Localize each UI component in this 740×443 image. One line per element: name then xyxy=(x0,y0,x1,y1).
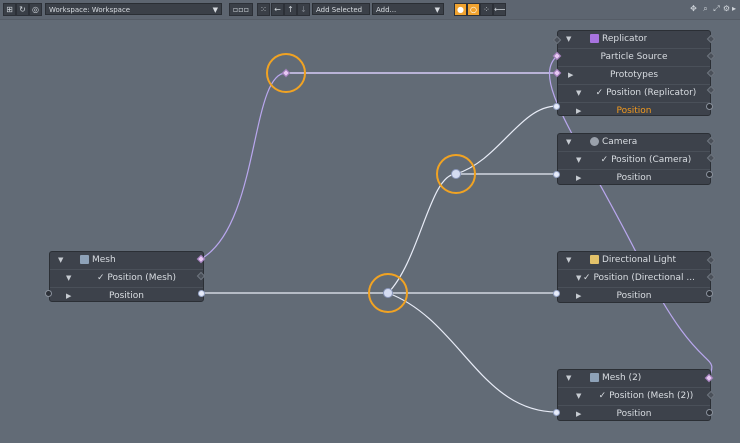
refresh-icon[interactable]: ↻ xyxy=(16,3,29,16)
camera-position-in-port[interactable] xyxy=(553,171,560,178)
collapse-triangle-icon[interactable]: ▼ xyxy=(576,270,581,287)
particle-source-label: Particle Source xyxy=(600,52,668,62)
mesh2-position-in-port[interactable] xyxy=(553,409,560,416)
chevron-down-icon: ▼ xyxy=(434,6,440,14)
mesh2-node[interactable]: ▼ Mesh (2) ▼ ✓ Position (Mesh (2)) ▶ Pos… xyxy=(557,369,711,421)
mesh-icon xyxy=(590,373,599,382)
position-camera-label: Position (Camera) xyxy=(611,155,692,165)
mesh2-position-row[interactable]: ▶ Position xyxy=(558,405,710,423)
mesh2-position-out-port[interactable] xyxy=(706,409,713,416)
position-mesh2-label: Position (Mesh (2)) xyxy=(609,391,694,401)
position-replicator-label: Position (Replicator) xyxy=(606,88,697,98)
wire-hub2-to-mesh2 xyxy=(387,292,558,413)
collapse-triangle-icon[interactable]: ▼ xyxy=(576,388,581,405)
mesh2-position-label: Position xyxy=(616,409,652,419)
directional-light-node[interactable]: ▼ Directional Light ▼ ✓ Position (Direct… xyxy=(557,251,711,303)
dirlight-position-in-port[interactable] xyxy=(553,290,560,297)
add-menu-label: Add... xyxy=(376,6,397,14)
mesh-header[interactable]: ▼ Mesh xyxy=(50,252,203,269)
replicator-header[interactable]: ▼ Replicator xyxy=(558,31,710,48)
schematic-graph[interactable]: ▼ Replicator Particle Source ▶ Prototype… xyxy=(0,20,740,443)
position-mesh-label: Position (Mesh) xyxy=(107,273,177,283)
camera-position-group-row[interactable]: ▼ ✓ Position (Camera) xyxy=(558,151,710,169)
replicator-position-in-port[interactable] xyxy=(553,103,560,110)
collapse-triangle-icon[interactable]: ▼ xyxy=(566,370,571,387)
mesh-icon xyxy=(80,255,89,264)
arrow-left-icon[interactable]: ← xyxy=(271,3,284,16)
replicator-prototypes-row[interactable]: ▶ Prototypes xyxy=(558,66,710,84)
dirlight-position-out-port[interactable] xyxy=(706,290,713,297)
more-icon[interactable]: ▸ xyxy=(731,3,737,14)
replicator-node[interactable]: ▼ Replicator Particle Source ▶ Prototype… xyxy=(557,30,711,116)
camera-header[interactable]: ▼ Camera xyxy=(558,134,710,151)
zoom-icon[interactable]: ⌕ xyxy=(700,3,711,14)
workspace-select-label: Workspace: Workspace xyxy=(49,6,131,14)
collapse-triangle-icon[interactable]: ▼ xyxy=(566,31,571,48)
replicator-particle-source-row[interactable]: Particle Source xyxy=(558,48,710,66)
graph-icon[interactable]: ⊞ xyxy=(3,3,16,16)
mesh-position-group-row[interactable]: ▼ ✓ Position (Mesh) xyxy=(50,269,203,287)
collapse-triangle-icon[interactable]: ▼ xyxy=(576,85,581,102)
replicator-position-out-port[interactable] xyxy=(706,103,713,110)
add-selected-button[interactable]: Add Selected xyxy=(312,3,370,15)
mesh-title: Mesh xyxy=(92,255,116,265)
add-menu[interactable]: Add... ▼ xyxy=(372,3,444,15)
move-icon[interactable]: ✥ xyxy=(688,3,699,14)
camera-position-out-port[interactable] xyxy=(706,171,713,178)
camera-title: Camera xyxy=(602,137,638,147)
replicator-position-label: Position xyxy=(616,106,652,116)
relay-hub-2[interactable] xyxy=(383,288,393,298)
dirlight-position-group-row[interactable]: ▼ ✓ Position (Directional ... xyxy=(558,269,710,287)
camera-node[interactable]: ▼ Camera ▼ ✓ Position (Camera) ▶ Positio… xyxy=(557,133,711,185)
collapse-icon[interactable]: ⟵ xyxy=(493,3,506,16)
fit-icon[interactable]: ⁙ xyxy=(257,3,270,16)
collapse-triangle-icon[interactable]: ▼ xyxy=(566,252,571,269)
replicator-position-group-row[interactable]: ▼ ✓ Position (Replicator) xyxy=(558,84,710,102)
relay-hub-1[interactable] xyxy=(451,169,461,179)
dirlight-position-label: Position xyxy=(616,291,652,301)
toolbar: ⊞ ↻ ◎ Workspace: Workspace ▼ ▫▫▫ ⁙ ← ↑ ↓… xyxy=(0,0,740,20)
light-icon xyxy=(590,255,599,264)
arrow-up-icon[interactable]: ↑ xyxy=(284,3,297,16)
dirlight-title: Directional Light xyxy=(602,255,676,265)
dot-icon[interactable]: ○ xyxy=(467,3,480,16)
camera-icon xyxy=(590,137,599,146)
camera-position-row[interactable]: ▶ Position xyxy=(558,169,710,187)
cluster-icon[interactable]: ⁘ xyxy=(480,3,493,16)
collapse-triangle-icon[interactable]: ▼ xyxy=(58,252,63,269)
mesh-position-in-port[interactable] xyxy=(45,290,52,297)
mesh2-position-group-row[interactable]: ▼ ✓ Position (Mesh (2)) xyxy=(558,387,710,405)
wire-mesh-to-pin1 xyxy=(200,72,287,260)
mesh-position-row[interactable]: ▶ Position xyxy=(50,287,203,305)
layout-icon[interactable]: ◎ xyxy=(29,3,42,16)
mesh-node[interactable]: ▼ Mesh ▼ ✓ Position (Mesh) ▶ Position xyxy=(49,251,204,302)
replicator-title: Replicator xyxy=(602,34,648,44)
add-selected-label: Add Selected xyxy=(316,6,363,14)
chevron-down-icon: ▼ xyxy=(212,6,218,14)
position-dirlight-label: Position (Directional ... xyxy=(593,273,695,283)
dirlight-position-row[interactable]: ▶ Position xyxy=(558,287,710,305)
arrow-down-icon[interactable]: ↓ xyxy=(297,3,310,16)
grid-icon[interactable]: ▫▫▫ xyxy=(229,3,253,16)
prototypes-label: Prototypes xyxy=(609,70,659,80)
collapse-triangle-icon[interactable]: ▼ xyxy=(576,152,581,169)
camera-position-label: Position xyxy=(616,173,652,183)
dirlight-header[interactable]: ▼ Directional Light xyxy=(558,252,710,269)
mesh2-title: Mesh (2) xyxy=(602,373,642,383)
workspace-select[interactable]: Workspace: Workspace ▼ xyxy=(45,3,222,15)
mesh-position-out-port[interactable] xyxy=(198,290,205,297)
pin-icon[interactable]: ● xyxy=(454,3,467,16)
collapse-triangle-icon[interactable]: ▼ xyxy=(566,134,571,151)
replicator-icon xyxy=(590,34,599,43)
mesh-position-label: Position xyxy=(108,291,145,301)
mesh2-header[interactable]: ▼ Mesh (2) xyxy=(558,370,710,387)
replicator-position-row[interactable]: ▶ Position xyxy=(558,102,710,120)
